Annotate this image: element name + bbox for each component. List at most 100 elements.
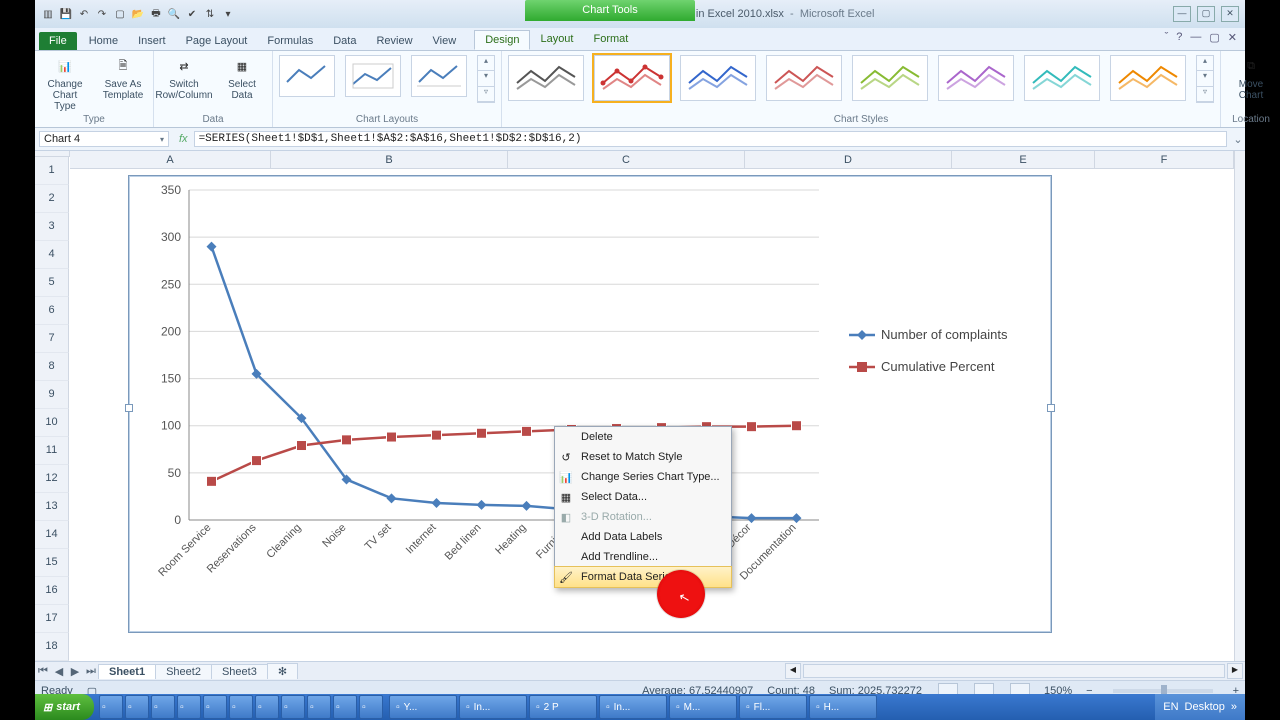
- change-chart-type-button[interactable]: 📊 Change Chart Type: [41, 55, 89, 112]
- sheet-tab-sheet2[interactable]: Sheet2: [155, 664, 212, 679]
- tab-nav-first[interactable]: ⏮: [35, 665, 51, 678]
- row-header-10[interactable]: 10: [35, 409, 69, 437]
- chart-style-7[interactable]: [1024, 55, 1100, 101]
- taskbar-app-1[interactable]: ▫In...: [459, 695, 527, 719]
- row-header-11[interactable]: 11: [35, 437, 69, 465]
- chart-style-6[interactable]: [938, 55, 1014, 101]
- layouts-scroll[interactable]: ▴▾▿: [477, 55, 495, 103]
- workbook-restore-icon[interactable]: ▢: [1209, 31, 1219, 44]
- tab-view[interactable]: View: [423, 32, 467, 50]
- row-header-18[interactable]: 18: [35, 633, 69, 661]
- chart-style-4[interactable]: [766, 55, 842, 101]
- row-header-16[interactable]: 16: [35, 577, 69, 605]
- undo-icon[interactable]: ↶: [77, 7, 91, 21]
- tab-file[interactable]: File: [39, 32, 77, 50]
- chart-style-1[interactable]: [508, 55, 584, 101]
- quicklaunch-2[interactable]: ▫: [151, 695, 175, 719]
- column-header-F[interactable]: F: [1095, 151, 1234, 169]
- tab-nav-prev[interactable]: ◀: [51, 665, 67, 678]
- row-header-2[interactable]: 2: [35, 185, 69, 213]
- new-icon[interactable]: ▢: [113, 7, 127, 21]
- ctx-delete[interactable]: Delete: [555, 427, 731, 447]
- open-icon[interactable]: 📂: [131, 7, 145, 21]
- quicklaunch-10[interactable]: ▫: [359, 695, 383, 719]
- move-chart-button[interactable]: ⧉ Move Chart: [1227, 55, 1275, 101]
- tab-format[interactable]: Format: [583, 30, 638, 50]
- row-header-13[interactable]: 13: [35, 493, 69, 521]
- quicklaunch-9[interactable]: ▫: [333, 695, 357, 719]
- chart-style-8[interactable]: [1110, 55, 1186, 101]
- print-preview-icon[interactable]: 🔍: [167, 7, 181, 21]
- taskbar-app-6[interactable]: ▫H...: [809, 695, 877, 719]
- row-header-15[interactable]: 15: [35, 549, 69, 577]
- quicklaunch-5[interactable]: ▫: [229, 695, 253, 719]
- taskbar-app-5[interactable]: ▫Fl...: [739, 695, 807, 719]
- help-icon[interactable]: ?: [1176, 31, 1182, 44]
- tab-page-layout[interactable]: Page Layout: [176, 32, 258, 50]
- layout-thumb-3[interactable]: [411, 55, 467, 97]
- maximize-button[interactable]: ▢: [1197, 6, 1215, 22]
- row-header-4[interactable]: 4: [35, 241, 69, 269]
- embedded-chart[interactable]: 050100150200250300350Room ServiceReserva…: [128, 175, 1052, 633]
- styles-scroll[interactable]: ▴▾▿: [1196, 55, 1214, 103]
- row-header-6[interactable]: 6: [35, 297, 69, 325]
- row-header-12[interactable]: 12: [35, 465, 69, 493]
- close-button[interactable]: ✕: [1221, 6, 1239, 22]
- quicklaunch-8[interactable]: ▫: [307, 695, 331, 719]
- quicklaunch-4[interactable]: ▫: [203, 695, 227, 719]
- quicklaunch-0[interactable]: ▫: [99, 695, 123, 719]
- tray-desktop[interactable]: Desktop: [1185, 701, 1225, 713]
- horizontal-scrollbar[interactable]: ◀▶: [298, 663, 1245, 679]
- save-as-template-button[interactable]: 🗎 Save As Template: [99, 55, 147, 101]
- column-header-A[interactable]: A: [70, 151, 271, 169]
- switch-row-column-button[interactable]: ⇄ Switch Row/Column: [160, 55, 208, 101]
- taskbar-app-3[interactable]: ▫In...: [599, 695, 667, 719]
- workbook-close-icon[interactable]: ✕: [1228, 31, 1237, 44]
- column-header-B[interactable]: B: [271, 151, 508, 169]
- ctx-reset-to-match-style[interactable]: ↺Reset to Match Style: [555, 447, 731, 467]
- tab-review[interactable]: Review: [366, 32, 422, 50]
- row-header-9[interactable]: 9: [35, 381, 69, 409]
- layout-thumb-2[interactable]: [345, 55, 401, 97]
- quicklaunch-1[interactable]: ▫: [125, 695, 149, 719]
- row-header-5[interactable]: 5: [35, 269, 69, 297]
- name-box[interactable]: Chart 4 ▾: [39, 131, 169, 147]
- taskbar-app-0[interactable]: ▫Y...: [389, 695, 457, 719]
- zoom-slider[interactable]: [1113, 689, 1213, 693]
- quicklaunch-3[interactable]: ▫: [177, 695, 201, 719]
- ctx-format-data-series[interactable]: 🖌Format Data Series...: [554, 566, 732, 588]
- layout-thumb-1[interactable]: [279, 55, 335, 97]
- row-header-3[interactable]: 3: [35, 213, 69, 241]
- tab-design[interactable]: Design: [474, 30, 530, 50]
- taskbar-app-2[interactable]: ▫2 P: [529, 695, 597, 719]
- quicklaunch-7[interactable]: ▫: [281, 695, 305, 719]
- ctx-change-series-chart-type[interactable]: 📊Change Series Chart Type...: [555, 467, 731, 487]
- taskbar-app-4[interactable]: ▫M...: [669, 695, 737, 719]
- row-header-14[interactable]: 14: [35, 521, 69, 549]
- column-header-E[interactable]: E: [952, 151, 1095, 169]
- minimize-button[interactable]: —: [1173, 6, 1191, 22]
- row-header-17[interactable]: 17: [35, 605, 69, 633]
- name-box-dropdown-icon[interactable]: ▾: [160, 135, 164, 144]
- start-button[interactable]: ⊞ start: [35, 694, 94, 720]
- tray-lang[interactable]: EN: [1163, 701, 1178, 713]
- new-sheet-tab[interactable]: ✻: [267, 663, 298, 679]
- expand-formula-bar-icon[interactable]: ⌄: [1231, 133, 1245, 146]
- minimize-ribbon-icon[interactable]: ˇ: [1165, 31, 1169, 44]
- ctx-add-data-labels[interactable]: Add Data Labels: [555, 527, 731, 547]
- redo-icon[interactable]: ↷: [95, 7, 109, 21]
- tab-home[interactable]: Home: [79, 32, 128, 50]
- tab-nav-last[interactable]: ⏭: [83, 665, 99, 678]
- column-header-C[interactable]: C: [508, 151, 745, 169]
- tab-insert[interactable]: Insert: [128, 32, 176, 50]
- row-header-8[interactable]: 8: [35, 353, 69, 381]
- fx-icon[interactable]: fx: [173, 133, 194, 145]
- sort-icon[interactable]: ⇅: [203, 7, 217, 21]
- chart-style-3[interactable]: [680, 55, 756, 101]
- column-header-D[interactable]: D: [745, 151, 952, 169]
- save-icon[interactable]: 💾: [59, 7, 73, 21]
- quicklaunch-6[interactable]: ▫: [255, 695, 279, 719]
- sheet-tab-sheet3[interactable]: Sheet3: [211, 664, 268, 679]
- ctx-add-trendline[interactable]: Add Trendline...: [555, 547, 731, 567]
- tab-nav-next[interactable]: ▶: [67, 665, 83, 678]
